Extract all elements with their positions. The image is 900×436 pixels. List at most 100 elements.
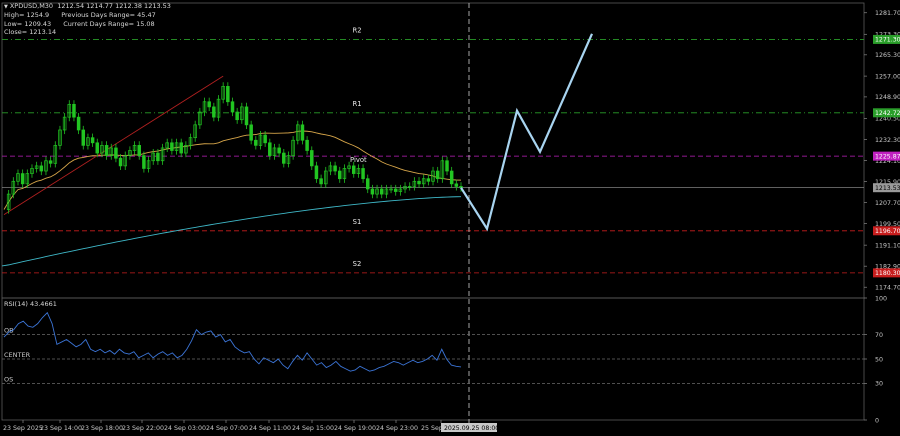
rsi-level-label: OS [4,375,13,383]
time-tick-label: 25 Sep [421,425,443,432]
price-tick-label: 1265.30 [875,52,900,59]
candle-body [370,188,375,195]
symbol-title: XPDUSD,M30 [9,2,54,10]
level-price-tag-text: 1271.30 [875,37,900,44]
level-price-tag-text: 1180.30 [875,270,900,277]
candle-body [39,165,44,172]
time-tick-label: 24 Sep 19:00 [334,425,376,432]
candle-body [435,170,440,180]
candle-body [393,188,398,192]
time-tick-label: 24 Sep 03:00 [164,425,206,432]
rsi-tick-label: 70 [875,332,883,339]
level-label-s2: S2 [353,260,362,268]
price-tick-label: 1232.30 [875,137,900,144]
price-chart[interactable]: 1281.701273.301265.301257.001248.901240.… [0,0,900,436]
rsi-tick-label: 50 [875,356,883,363]
candle-body [282,152,286,164]
candle-body [207,101,211,108]
candle-body [305,139,309,151]
candle-body [426,178,431,182]
candle-body [114,147,118,159]
candle-body [319,178,323,185]
current-days-range: Current Days Range= 15.08 [63,19,155,28]
candle-body [118,157,123,167]
price-tick-label: 1191.10 [875,242,900,249]
candle-body [449,170,454,185]
candle-body [361,168,365,180]
current-time-tag-text: 2025.09.25 08:00 [444,425,499,432]
ohlc-values: 1212.54 1214.77 1212.38 1213.53 [57,2,171,10]
candle-body [142,155,146,169]
candle-body [338,170,342,180]
rsi-tick-label: 30 [875,381,883,388]
candle-body [333,165,337,172]
day-high: High= 1254.9 [4,11,50,20]
candle-body [95,142,100,154]
candle-body [314,165,319,180]
time-tick-label: 24 Sep 11:00 [249,425,291,432]
candle-body [170,142,174,151]
level-label-s1: S1 [353,218,362,226]
price-tick-label: 1248.90 [875,94,900,101]
time-tick-label: 23 Sep 18:00 [81,425,123,432]
price-tick-label: 1174.70 [875,285,900,292]
candle-body [81,129,86,146]
candle-body [226,86,230,103]
candle-body [277,147,281,154]
moving-average-slow [3,130,462,210]
candle-body [235,111,239,121]
day-close: Close= 1213.14 [4,27,57,36]
candle-body [310,150,314,167]
level-price-tag-text: 1196.70 [875,228,900,235]
candle-body [268,142,272,156]
candle-body [90,137,95,144]
current-price-tag-text: 1213.53 [875,185,900,192]
time-tick-label: 23 Sep 22:00 [122,425,164,432]
moving-average-long [1,196,462,267]
candle-body [179,142,183,154]
level-label-pivot: Pivot [350,156,367,164]
candle-body [365,178,370,190]
rsi-line [3,311,462,372]
candle-body [300,124,305,141]
candle-body [249,124,253,141]
rsi-tick-label: 0 [875,417,879,424]
candle-body [244,106,249,126]
level-label-r2: R2 [352,26,361,34]
candle-body [351,165,356,174]
time-tick-label: 24 Sep 07:00 [206,425,248,432]
day-low: Low= 1209.43 [4,19,52,28]
time-tick-label: 23 Sep 14:00 [40,425,82,432]
candle-body [417,180,421,185]
price-tick-label: 1257.00 [875,73,900,80]
candle-body [454,183,459,187]
candle-body [20,173,25,185]
candle-body [72,103,76,118]
symbol-info-panel: ▼ XPDUSD,M30 1212.54 1214.77 1212.38 1213… [4,2,171,36]
rsi-level-label: CENTER [4,351,31,359]
time-tick-label: 23 Sep 2025 [3,425,43,432]
candle-body [263,134,267,144]
candle-body [379,188,384,195]
candle-body [230,101,235,113]
price-tick-label: 1281.70 [875,10,900,17]
chevron-down-icon[interactable]: ▼ [4,4,8,10]
candle-body [212,106,216,118]
candle-body [48,160,53,164]
level-price-tag-text: 1225.87 [875,153,900,160]
rsi-tick-label: 100 [875,295,887,302]
candle-body [104,145,109,156]
candle-body [156,152,160,162]
rsi-label: RSI(14) 43.4661 [4,300,57,308]
time-tick-label: 24 Sep 15:00 [292,425,334,432]
time-tick-label: 24 Sep 23:00 [376,425,418,432]
candle-body [76,116,81,131]
price-tick-label: 1207.70 [875,200,900,207]
level-label-r1: R1 [352,100,361,108]
previous-days-range: Previous Days Range= 45.47 [61,11,156,20]
candle-body [445,160,449,172]
candle-body [137,145,141,156]
candle-body [254,139,258,146]
forecast-path [460,33,594,232]
level-price-tag-text: 1242.72 [875,110,900,117]
